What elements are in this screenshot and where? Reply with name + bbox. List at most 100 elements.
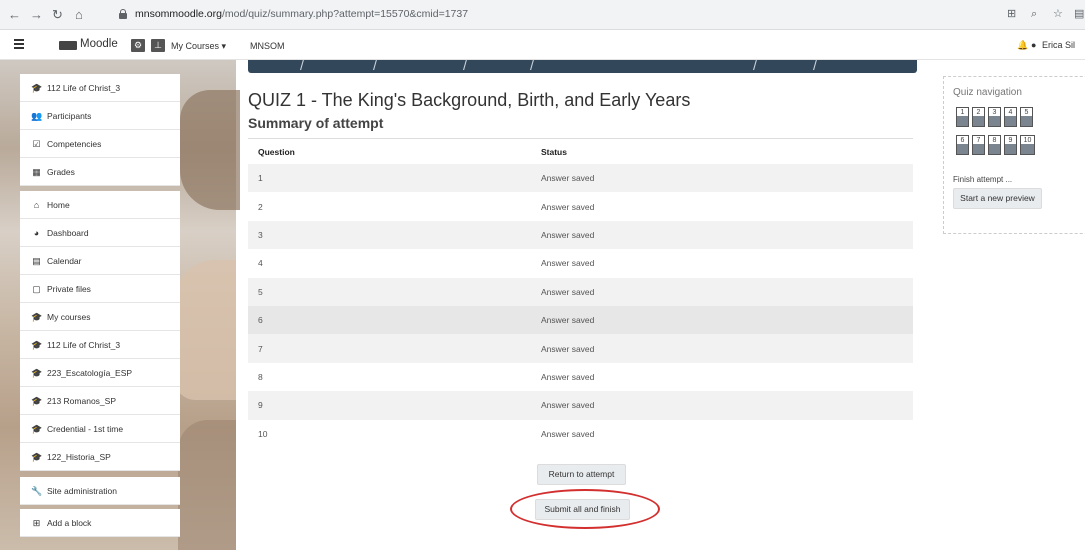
question-nav-button[interactable]: 7 bbox=[972, 135, 985, 155]
finish-attempt-link[interactable]: Finish attempt ... bbox=[953, 175, 1012, 184]
graduation-cap-icon: 🎓 bbox=[31, 340, 43, 350]
extension-icon[interactable]: ▤ bbox=[1074, 7, 1084, 21]
address-bar[interactable]: mnsommoodle.org/mod/quiz/summary.php?att… bbox=[105, 5, 985, 25]
question-number[interactable]: 10 bbox=[248, 420, 541, 448]
return-to-attempt-button[interactable]: Return to attempt bbox=[537, 464, 626, 485]
moodle-navbar: Moodle ⚙ ⊥ My Courses ▾ MNSOM 🔔 ● Erica … bbox=[0, 30, 1085, 60]
attempt-summary-table: Question Status 1 Answer saved 2 Answer sa… bbox=[248, 140, 913, 448]
drawer-item-label: Dashboard bbox=[47, 228, 89, 238]
file-icon: ▢ bbox=[32, 284, 41, 294]
graduation-cap-icon: 🎓 bbox=[31, 83, 43, 93]
start-new-preview-button[interactable]: Start a new preview bbox=[953, 188, 1042, 209]
page-title: QUIZ 1 - The King's Background, Birth, a… bbox=[248, 90, 691, 110]
drawer-item-course-223[interactable]: 🎓 223_Escatología_ESP bbox=[20, 359, 180, 387]
drawer-item-grades[interactable]: ▦ Grades bbox=[20, 158, 180, 186]
question-number[interactable]: 9 bbox=[248, 391, 541, 419]
url-path: /mod/quiz/summary.php?attempt=15570&cmid… bbox=[221, 8, 469, 20]
zoom-icon[interactable]: ⌕ bbox=[1031, 7, 1037, 21]
question-number[interactable]: 7 bbox=[248, 334, 541, 362]
table-row: 6 Answer saved bbox=[248, 305, 913, 335]
question-nav-button[interactable]: 9 bbox=[1004, 135, 1017, 155]
drawer-item-credential[interactable]: 🎓 Credential - 1st time bbox=[20, 415, 180, 443]
browser-toolbar: ← → ↻ ⌂ mnsommoodle.org/mod/quiz/summary… bbox=[0, 0, 1085, 30]
graduation-cap-icon: 🎓 bbox=[31, 396, 43, 406]
drawer-item-home[interactable]: ⌂ Home bbox=[20, 191, 180, 219]
question-nav-button[interactable]: 1 bbox=[956, 107, 969, 127]
drawer-item-competencies[interactable]: ☑ Competencies bbox=[20, 130, 180, 158]
sitemap-icon[interactable]: ⊥ bbox=[151, 39, 165, 52]
table-row: 4 Answer saved bbox=[248, 249, 913, 277]
highlight-circle bbox=[510, 489, 660, 529]
table-row: 3 Answer saved bbox=[248, 220, 913, 250]
question-nav-button[interactable]: 8 bbox=[988, 135, 1001, 155]
reload-icon[interactable]: ↻ bbox=[52, 7, 63, 23]
question-status: Answer saved bbox=[541, 201, 595, 212]
back-icon[interactable]: ← bbox=[8, 7, 21, 23]
question-number[interactable]: 3 bbox=[248, 221, 541, 249]
menu-toggle-icon[interactable] bbox=[14, 39, 24, 49]
column-header-question: Question bbox=[258, 147, 295, 157]
bookmark-star-icon[interactable]: ☆ bbox=[1053, 7, 1063, 21]
drawer-item-course-122[interactable]: 🎓 122_Historia_SP bbox=[20, 443, 180, 471]
drawer-item-my-courses[interactable]: 🎓 My courses bbox=[20, 303, 180, 331]
my-courses-menu[interactable]: My Courses ▾ bbox=[171, 41, 226, 52]
drawer-item-label: 112 Life of Christ_3 bbox=[47, 83, 121, 93]
url-host: mnsommoodle.org bbox=[135, 8, 222, 20]
calendar-icon: ▤ bbox=[32, 256, 41, 266]
graduation-cap-icon: 🎓 bbox=[31, 424, 43, 434]
drawer-item-site-admin[interactable]: 🔧 Site administration bbox=[20, 477, 180, 505]
moodle-logo-icon[interactable] bbox=[59, 41, 77, 50]
user-menu[interactable]: Erica Sil bbox=[1042, 40, 1075, 50]
notification-bell-icon[interactable]: 🔔 bbox=[1017, 40, 1028, 51]
question-number[interactable]: 4 bbox=[248, 249, 541, 277]
table-row: 5 Answer saved bbox=[248, 277, 913, 306]
drawer-item-participants[interactable]: 👥 Participants bbox=[20, 102, 180, 130]
drawer-item-add-block[interactable]: ⊞ Add a block bbox=[20, 509, 180, 537]
drawer-item-label: 112 Life of Christ_3 bbox=[47, 340, 121, 350]
question-nav-button[interactable]: 6 bbox=[956, 135, 969, 155]
url-text: mnsommoodle.org/mod/quiz/summary.php?att… bbox=[135, 8, 468, 20]
drawer-item-calendar[interactable]: ▤ Calendar bbox=[20, 247, 180, 275]
graduation-cap-icon: 🎓 bbox=[31, 368, 43, 378]
my-courses-label: My Courses bbox=[171, 41, 220, 51]
graduation-cap-icon: 🎓 bbox=[31, 452, 43, 462]
question-nav-button[interactable]: 10 bbox=[1020, 135, 1035, 155]
question-number[interactable]: 1 bbox=[248, 164, 541, 192]
table-header-row: Question Status bbox=[248, 140, 913, 164]
cogs-icon[interactable]: ⚙ bbox=[131, 39, 145, 52]
drawer-item-label: Site administration bbox=[47, 486, 117, 496]
question-status: Answer saved bbox=[541, 173, 595, 184]
question-number[interactable]: 6 bbox=[248, 306, 541, 334]
question-number[interactable]: 8 bbox=[248, 363, 541, 391]
divider bbox=[248, 138, 913, 139]
question-nav-button[interactable]: 3 bbox=[988, 107, 1001, 127]
drawer-item-course-112[interactable]: 🎓 112 Life of Christ_3 bbox=[20, 331, 180, 359]
drawer-item-private-files[interactable]: ▢ Private files bbox=[20, 275, 180, 303]
plus-square-icon: ⊞ bbox=[32, 518, 41, 528]
messages-icon[interactable]: ● bbox=[1031, 40, 1036, 50]
question-status: Answer saved bbox=[541, 371, 595, 382]
table-row: 7 Answer saved bbox=[248, 334, 913, 363]
quiz-navigation-block: Quiz navigation 1 2 3 4 5 6 7 8 9 10 Fin… bbox=[943, 76, 1085, 234]
drawer-item-course-213[interactable]: 🎓 213 Romanos_SP bbox=[20, 387, 180, 415]
question-nav-button[interactable]: 5 bbox=[1020, 107, 1033, 127]
site-name-link[interactable]: MNSOM bbox=[250, 41, 285, 51]
drawer-item-label: Competencies bbox=[47, 139, 102, 149]
users-icon: 👥 bbox=[31, 111, 43, 121]
browser-home-icon[interactable]: ⌂ bbox=[75, 7, 83, 23]
question-nav-button[interactable]: 2 bbox=[972, 107, 985, 127]
question-nav-button[interactable]: 4 bbox=[1004, 107, 1017, 127]
nav-drawer: 🎓 112 Life of Christ_3 👥 Participants ☑ Com… bbox=[20, 74, 180, 550]
drawer-item-label: 213 Romanos_SP bbox=[47, 396, 116, 406]
drawer-item-course[interactable]: 🎓 112 Life of Christ_3 bbox=[20, 74, 180, 102]
brand-name[interactable]: Moodle bbox=[80, 38, 118, 50]
question-number[interactable]: 2 bbox=[248, 192, 541, 220]
drawer-item-dashboard[interactable]: ◕ Dashboard bbox=[20, 219, 180, 247]
forward-icon[interactable]: → bbox=[30, 7, 43, 23]
question-status: Answer saved bbox=[541, 258, 595, 269]
question-status: Answer saved bbox=[541, 400, 595, 411]
translate-icon[interactable]: ⊞ bbox=[1007, 7, 1016, 21]
question-number[interactable]: 5 bbox=[248, 278, 541, 306]
breadcrumb[interactable]: / / / / / / bbox=[248, 60, 917, 73]
drawer-item-label: Private files bbox=[47, 284, 91, 294]
